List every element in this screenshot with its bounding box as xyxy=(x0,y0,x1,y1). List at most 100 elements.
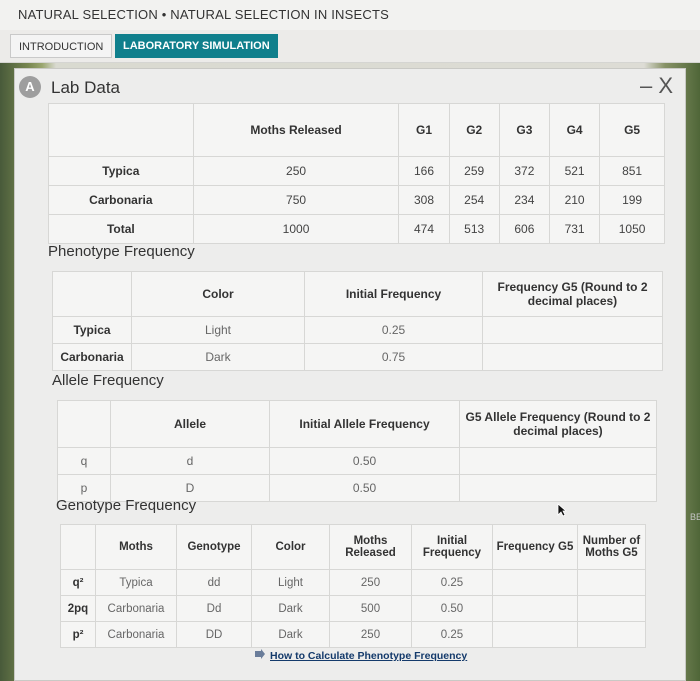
table-header: Initial Frequency xyxy=(304,271,483,317)
frequency-g5-input[interactable] xyxy=(482,343,663,371)
row-label: Carbonaria xyxy=(48,185,194,215)
tab-introduction[interactable]: INTRODUCTION xyxy=(10,34,113,58)
table-cell: Light xyxy=(131,316,305,344)
moths-table: Moths Released G1 G2 G3 G4 G5 Typica 250… xyxy=(48,103,665,244)
table-header: Number of Moths G5 xyxy=(577,524,646,570)
mouse-cursor-icon xyxy=(557,503,567,517)
table-cell: 250 xyxy=(192,156,400,186)
table-row: Typica 250 166 259 372 521 851 xyxy=(48,156,665,186)
table-cell: 166 xyxy=(398,156,450,186)
table-header: G5 Allele Frequency (Round to 2 decimal … xyxy=(459,400,657,448)
table-cell: 0.50 xyxy=(411,595,493,622)
allele-title: Allele Frequency xyxy=(52,372,164,389)
table-row: 2pq Carbonaria Dd Dark 500 0.50 xyxy=(60,595,646,622)
table-header: Moths Released xyxy=(192,103,400,157)
tab-laboratory-simulation[interactable]: LABORATORY SIMULATION xyxy=(115,34,278,58)
frequency-g5-input[interactable] xyxy=(492,569,578,596)
row-label: Carbonaria xyxy=(52,343,132,371)
row-label: Total xyxy=(48,214,194,244)
table-cell: 0.25 xyxy=(411,569,493,596)
panel-title: Lab Data xyxy=(51,78,120,97)
frequency-g5-input[interactable] xyxy=(492,595,578,622)
moths-g5-input[interactable] xyxy=(577,621,646,648)
table-header xyxy=(52,271,132,317)
table-cell: 0.50 xyxy=(269,447,460,475)
moths-g5-input[interactable] xyxy=(577,595,646,622)
table-header: Initial Allele Frequency xyxy=(269,400,460,448)
row-symbol: q² xyxy=(60,569,96,596)
table-cell: dd xyxy=(176,569,252,596)
table-header-row: Moths Genotype Color Moths Released Init… xyxy=(60,524,646,570)
table-cell: 259 xyxy=(448,156,500,186)
table-cell: 1000 xyxy=(192,214,400,244)
table-cell: 500 xyxy=(329,595,412,622)
allele-g5-input[interactable] xyxy=(459,447,657,475)
table-header-row: Color Initial Frequency Frequency G5 (Ro… xyxy=(52,271,663,317)
row-label: Typica xyxy=(52,316,132,344)
table-cell: 474 xyxy=(398,214,450,244)
table-header xyxy=(60,524,96,570)
moths-g5-input[interactable] xyxy=(577,569,646,596)
table-cell: d xyxy=(110,447,270,475)
table-header: Color xyxy=(131,271,305,317)
frequency-g5-input[interactable] xyxy=(492,621,578,648)
table-header: Frequency G5 xyxy=(492,524,578,570)
table-cell: 199 xyxy=(599,185,665,215)
lab-data-icon: A xyxy=(19,76,41,98)
phenotype-title: Phenotype Frequency xyxy=(48,243,195,260)
table-cell: Typica xyxy=(95,569,177,596)
table-header: Initial Frequency xyxy=(411,524,493,570)
table-cell: 750 xyxy=(192,185,400,215)
frequency-g5-input[interactable] xyxy=(482,316,663,344)
tab-bar: INTRODUCTION LABORATORY SIMULATION xyxy=(0,30,700,63)
table-cell: 521 xyxy=(548,156,601,186)
table-cell: 0.75 xyxy=(304,343,483,371)
table-header: Frequency G5 (Round to 2 decimal places) xyxy=(482,271,663,317)
row-symbol: 2pq xyxy=(60,595,96,622)
table-cell: 234 xyxy=(498,185,551,215)
table-cell: 250 xyxy=(329,569,412,596)
table-cell: 0.25 xyxy=(304,316,483,344)
table-row: q² Typica dd Light 250 0.25 xyxy=(60,569,646,596)
table-cell: 250 xyxy=(329,621,412,648)
table-header: G5 xyxy=(599,103,665,157)
table-cell: DD xyxy=(176,621,252,648)
table-cell: 851 xyxy=(599,156,665,186)
table-cell: 0.50 xyxy=(269,474,460,502)
table-cell: 731 xyxy=(548,214,601,244)
table-row: q d 0.50 xyxy=(57,447,657,475)
table-header: G4 xyxy=(548,103,601,157)
row-symbol: p² xyxy=(60,621,96,648)
close-button[interactable]: – X xyxy=(640,73,673,99)
table-header xyxy=(48,103,194,157)
link-arrow-icon xyxy=(255,649,265,659)
table-header: G2 xyxy=(448,103,500,157)
table-cell: 308 xyxy=(398,185,450,215)
table-header-row: Moths Released G1 G2 G3 G4 G5 xyxy=(48,103,665,157)
top-bar: NATURAL SELECTION • NATURAL SELECTION IN… xyxy=(0,0,700,30)
table-header: Moths Released xyxy=(329,524,412,570)
table-row: Typica Light 0.25 xyxy=(52,316,663,344)
table-header: Genotype xyxy=(176,524,252,570)
table-header: G1 xyxy=(398,103,450,157)
allele-g5-input[interactable] xyxy=(459,474,657,502)
table-cell: 606 xyxy=(498,214,551,244)
table-cell: 254 xyxy=(448,185,500,215)
table-cell: Carbonaria xyxy=(95,621,177,648)
table-header: G3 xyxy=(498,103,551,157)
table-cell: Dark xyxy=(131,343,305,371)
how-to-calculate-link[interactable]: How to Calculate Phenotype Frequency xyxy=(270,650,467,662)
table-cell: 513 xyxy=(448,214,500,244)
allele-table: Allele Initial Allele Frequency G5 Allel… xyxy=(57,400,657,502)
table-cell: Dark xyxy=(251,621,330,648)
row-symbol: q xyxy=(57,447,111,475)
page-title: NATURAL SELECTION • NATURAL SELECTION IN… xyxy=(18,7,389,22)
phenotype-table: Color Initial Frequency Frequency G5 (Ro… xyxy=(52,271,663,371)
table-header: Allele xyxy=(110,400,270,448)
panel-header: A Lab Data – X xyxy=(15,69,685,107)
side-text: BELS xyxy=(690,512,700,522)
table-cell: 210 xyxy=(548,185,601,215)
table-cell: Dark xyxy=(251,595,330,622)
table-header-row: Allele Initial Allele Frequency G5 Allel… xyxy=(57,400,657,448)
table-header xyxy=(57,400,111,448)
